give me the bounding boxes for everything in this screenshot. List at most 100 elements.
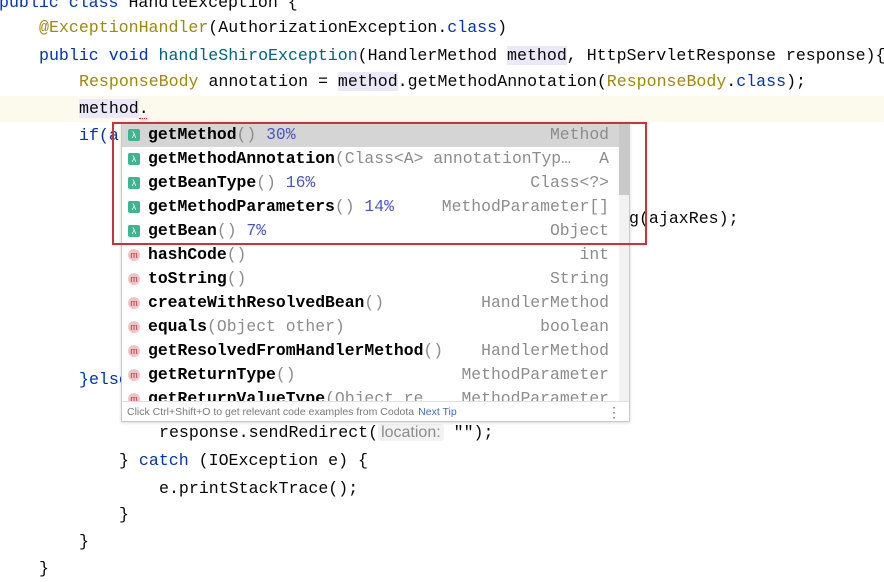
completion-item[interactable]: m createWithResolvedBean() HandlerMethod bbox=[122, 291, 619, 315]
method-name: createWithResolvedBean bbox=[148, 293, 365, 312]
item-params: (Class<A> annotationTyp… bbox=[334, 149, 571, 168]
code-line[interactable]: response.sendRedirect(location: ""); bbox=[159, 420, 493, 446]
item-return-type: Object bbox=[549, 221, 609, 240]
code-text: ); bbox=[786, 72, 806, 91]
item-return-type: MethodParameter bbox=[461, 389, 609, 401]
item-params: () bbox=[334, 197, 355, 216]
scrollbar[interactable] bbox=[619, 123, 629, 401]
code-text: } bbox=[119, 451, 139, 470]
item-name: createWithResolvedBean() bbox=[148, 291, 384, 315]
code-text: , HttpServletResponse response){ bbox=[566, 46, 884, 65]
item-name: getReturnType() bbox=[148, 363, 296, 387]
item-params: () bbox=[364, 293, 385, 312]
item-name: getBeanType() 16% bbox=[148, 171, 315, 195]
item-params: () bbox=[256, 173, 276, 192]
item-params: () bbox=[226, 269, 247, 288]
method-name: getMethod bbox=[148, 125, 237, 144]
type-name: ResponseBody bbox=[79, 72, 199, 91]
item-params: () bbox=[216, 221, 237, 240]
code-text: ""); bbox=[443, 423, 494, 442]
next-tip-link[interactable]: Next Tip bbox=[418, 406, 457, 418]
lambda-method-icon: λ bbox=[128, 201, 140, 213]
completion-item[interactable]: λ getMethodAnnotation(Class<A> annotation… bbox=[122, 147, 619, 171]
keyword: catch bbox=[138, 451, 189, 470]
highlighted-identifier: method bbox=[79, 99, 139, 118]
code-line[interactable]: @ExceptionHandler(AuthorizationException… bbox=[39, 15, 507, 41]
code-text: annotation = bbox=[198, 72, 338, 91]
code-line[interactable]: } bbox=[119, 502, 129, 528]
method-icon: m bbox=[128, 321, 140, 333]
item-name: getBean() 7% bbox=[148, 219, 266, 243]
code-line[interactable]: e.printStackTrace(); bbox=[159, 476, 358, 502]
completion-item[interactable]: m hashCode() int bbox=[122, 243, 619, 267]
item-name: toString() bbox=[148, 267, 246, 291]
lambda-method-icon: λ bbox=[128, 225, 140, 237]
code-line[interactable]: public void handleShiroException(Handler… bbox=[39, 43, 884, 69]
code-text: HandleException { bbox=[128, 0, 298, 12]
item-params: () bbox=[423, 341, 444, 360]
keyword: class bbox=[736, 72, 787, 91]
item-name: getResolvedFromHandlerMethod() bbox=[148, 339, 443, 363]
completion-item[interactable]: λ getBean() 7% Object bbox=[122, 219, 619, 243]
item-name: getMethod() 30% bbox=[148, 123, 296, 147]
item-params: (Object other) bbox=[207, 317, 345, 336]
completion-item[interactable]: m getReturnValueType(Object re… MethodPara… bbox=[122, 387, 619, 401]
footer-tip-text: Click Ctrl+Shift+O to get relevant code … bbox=[127, 406, 415, 418]
code-line[interactable]: public class HandleException { bbox=[0, 0, 298, 16]
completion-item[interactable]: m getReturnType() MethodParameter bbox=[122, 363, 619, 387]
item-return-type: MethodParameter[] bbox=[441, 197, 609, 216]
method-name: getBean bbox=[148, 221, 217, 240]
item-probability: 7% bbox=[246, 221, 267, 240]
item-return-type: A bbox=[599, 149, 609, 168]
item-return-type: int bbox=[579, 245, 609, 264]
completion-item[interactable]: m getResolvedFromHandlerMethod() HandlerMe… bbox=[122, 339, 619, 363]
method-name: getMethodParameters bbox=[148, 197, 335, 216]
highlighted-identifier: method bbox=[337, 72, 398, 91]
item-return-type: MethodParameter bbox=[461, 365, 609, 384]
item-probability: 14% bbox=[364, 197, 394, 216]
code-line[interactable]: if(a bbox=[79, 123, 119, 149]
method-name: toString bbox=[148, 269, 227, 288]
item-return-type: String bbox=[549, 269, 609, 288]
code-line[interactable]: } bbox=[79, 529, 89, 555]
keyword: public class bbox=[0, 0, 129, 12]
code-text: (AuthorizationException. bbox=[208, 18, 448, 37]
method-icon: m bbox=[128, 273, 140, 285]
completion-list: λ getMethod() 30% Method λ getMethodAnnotati… bbox=[122, 123, 619, 401]
item-return-type: HandlerMethod bbox=[481, 341, 609, 360]
method-icon: m bbox=[128, 393, 140, 401]
completion-item[interactable]: m toString() String bbox=[122, 267, 619, 291]
completion-item[interactable]: m equals(Object other) boolean bbox=[122, 315, 619, 339]
item-probability: 30% bbox=[266, 125, 296, 144]
method-name: hashCode bbox=[148, 245, 227, 264]
code-text: . bbox=[726, 72, 737, 91]
parameter-hint: location: bbox=[378, 424, 444, 441]
lambda-method-icon: λ bbox=[128, 153, 140, 165]
item-name: getMethodAnnotation(Class<A> annotationT… bbox=[148, 147, 571, 171]
item-return-type: Method bbox=[549, 125, 609, 144]
code-text: ) bbox=[497, 18, 508, 37]
completion-item[interactable]: λ getMethodParameters() 14% MethodParamete… bbox=[122, 195, 619, 219]
code-line[interactable]: } bbox=[39, 556, 49, 582]
completion-item[interactable]: λ getMethod() 30% Method bbox=[122, 123, 619, 147]
more-options-icon[interactable]: ⋮ bbox=[607, 402, 621, 421]
code-line[interactable]: } catch (IOException e) { bbox=[119, 448, 368, 474]
lambda-method-icon: λ bbox=[128, 129, 140, 141]
code-text: (HandlerMethod bbox=[357, 46, 508, 65]
item-return-type: boolean bbox=[540, 317, 609, 336]
code-text: (IOException e) { bbox=[188, 451, 368, 470]
method-icon: m bbox=[128, 369, 140, 381]
item-params: () bbox=[226, 245, 247, 264]
method-name: handleShiroException bbox=[158, 46, 358, 65]
method-icon: m bbox=[128, 297, 140, 309]
completion-footer: Click Ctrl+Shift+O to get relevant code … bbox=[122, 401, 629, 421]
code-line[interactable]: g(ajaxRes); bbox=[629, 206, 739, 232]
item-return-type: HandlerMethod bbox=[481, 293, 609, 312]
method-name: equals bbox=[148, 317, 208, 336]
method-name: getReturnValueType bbox=[148, 389, 326, 401]
code-line[interactable]: ResponseBody annotation = method.getMeth… bbox=[79, 69, 806, 95]
method-icon: m bbox=[128, 345, 140, 357]
keyword: class bbox=[447, 18, 498, 37]
scrollbar-thumb[interactable] bbox=[619, 123, 629, 195]
completion-item[interactable]: λ getBeanType() 16% Class<?> bbox=[122, 171, 619, 195]
